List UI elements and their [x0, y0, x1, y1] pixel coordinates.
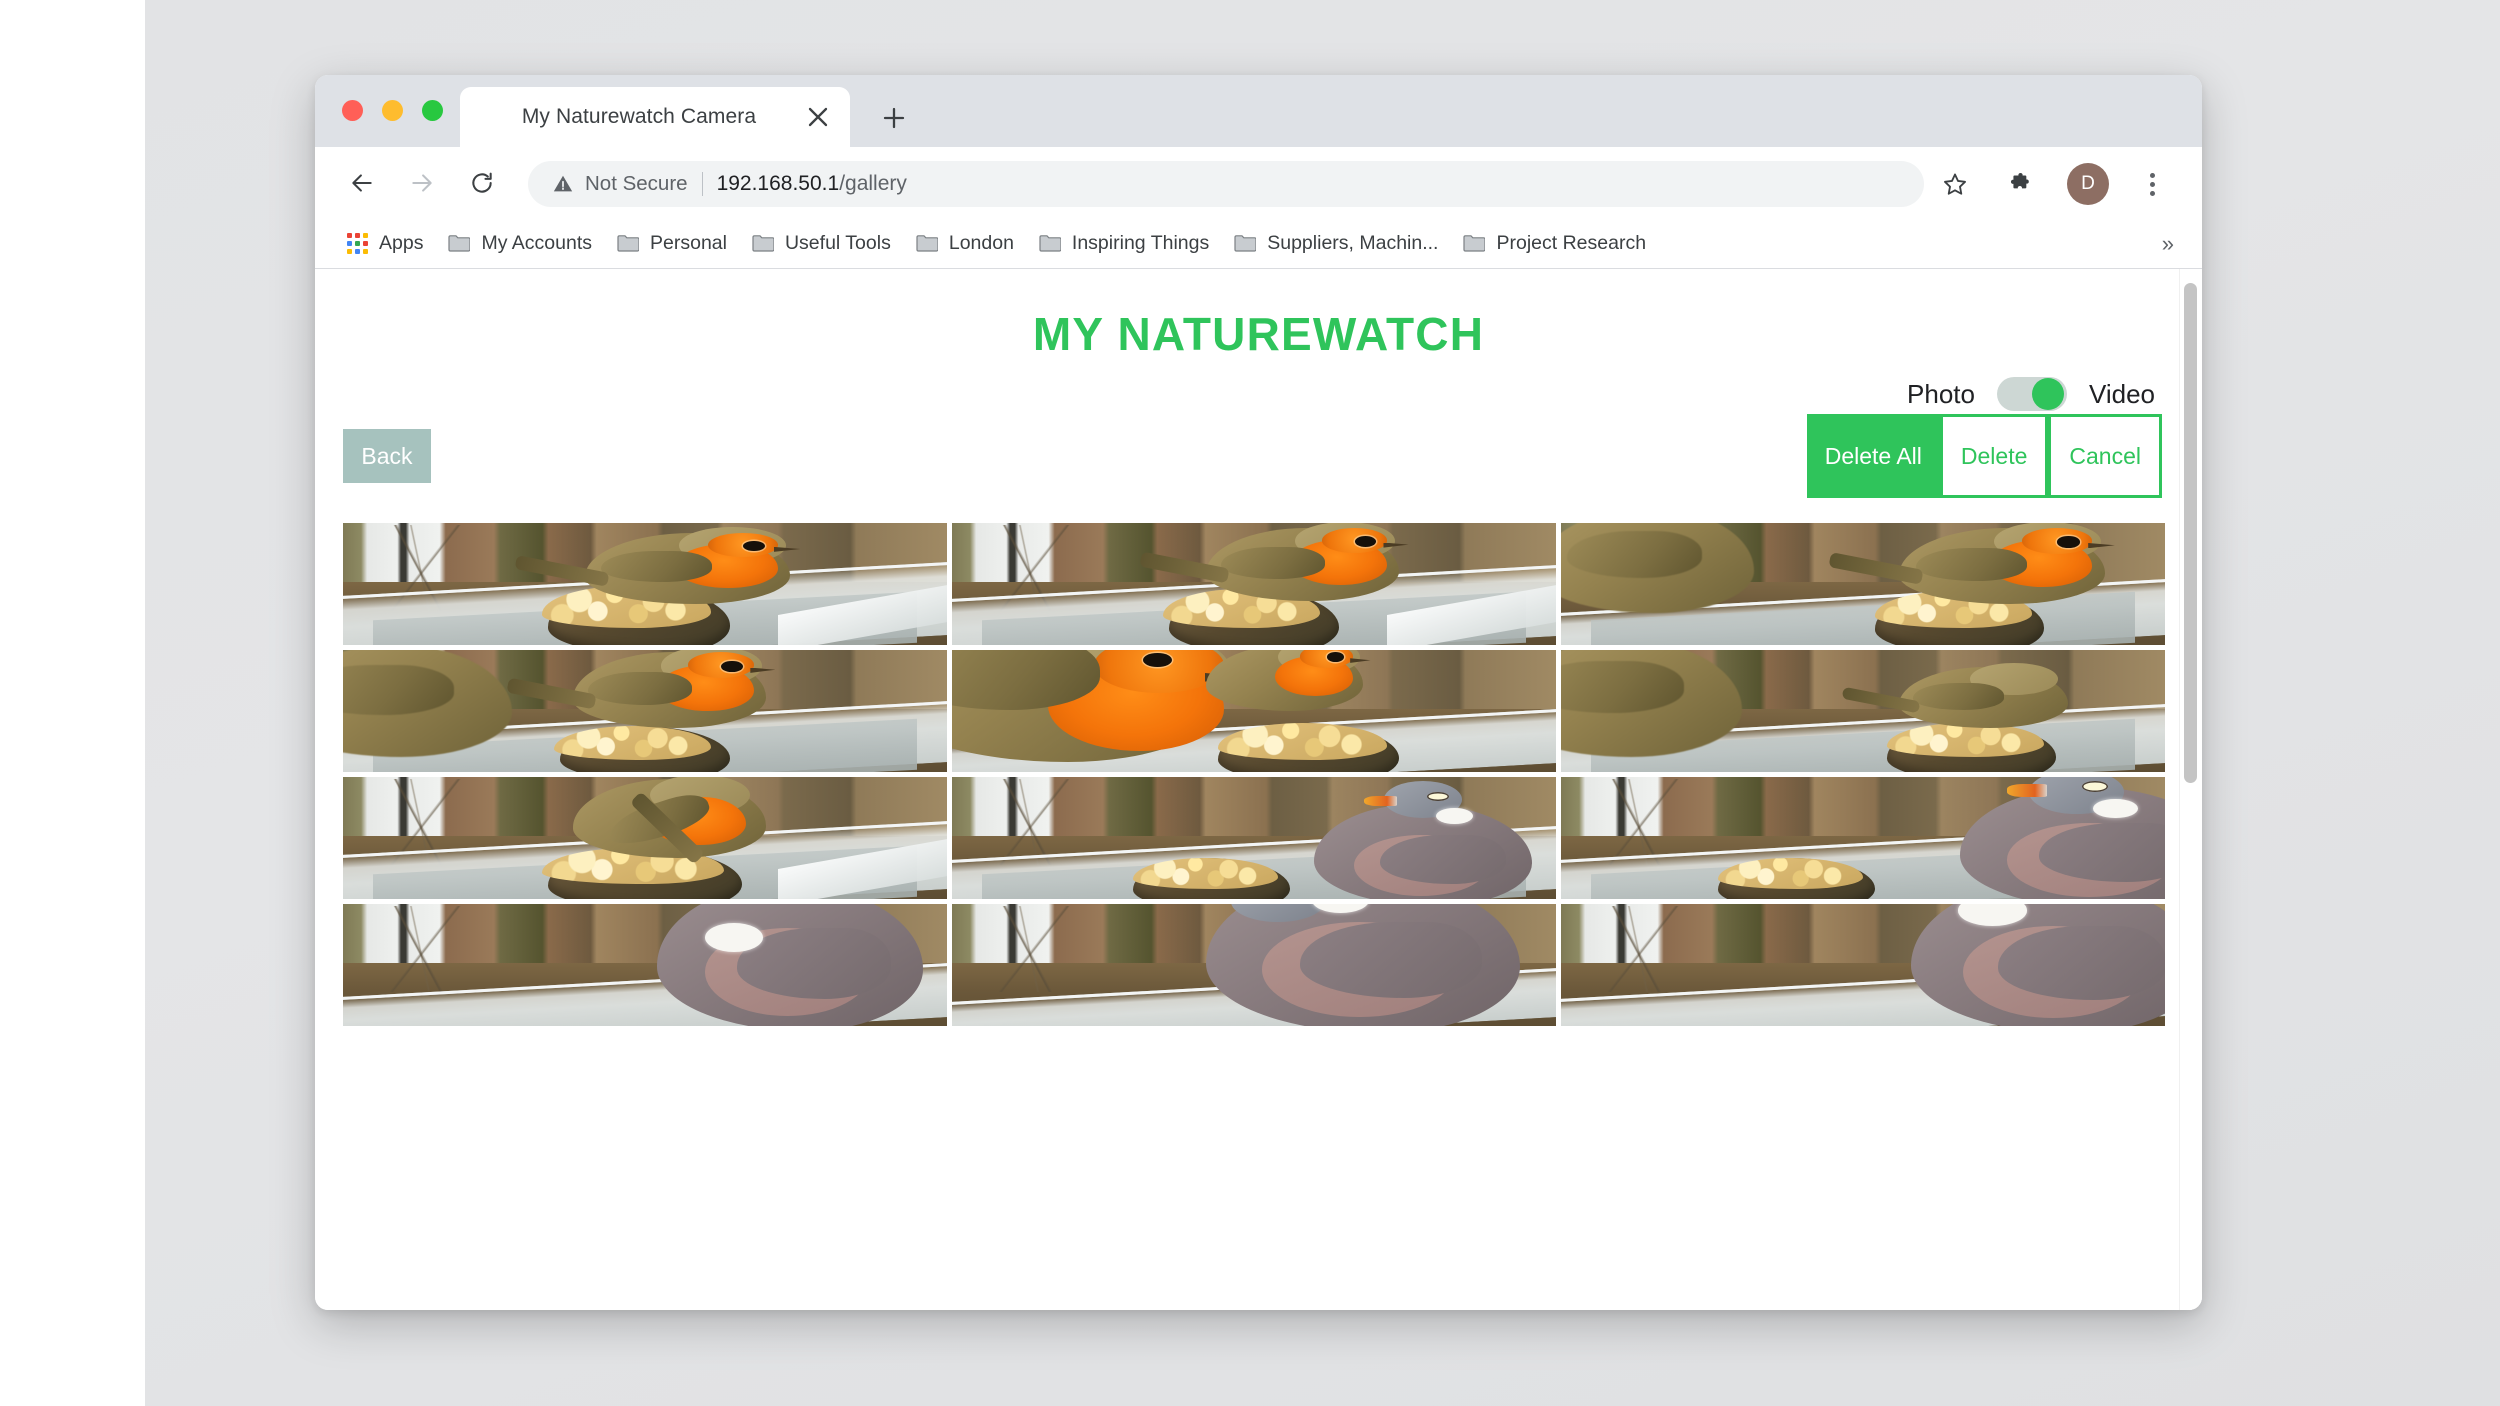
gallery-item[interactable] [952, 523, 1556, 645]
gallery-item[interactable] [1561, 904, 2165, 1026]
url-path: /gallery [839, 172, 907, 195]
gallery-item[interactable] [1561, 650, 2165, 772]
page-scrollbar[interactable] [2179, 269, 2202, 1310]
folder-icon [752, 234, 774, 253]
browser-window: My Naturewatch Camera Not Secure 192.168… [315, 75, 2202, 1310]
photo-video-switch[interactable] [1996, 377, 2067, 411]
bookmark-useful-tools[interactable]: Useful Tools [742, 225, 901, 263]
arrow-right-icon[interactable] [399, 160, 445, 206]
delete-button[interactable]: Delete [1942, 417, 2046, 495]
maximize-window-button[interactable] [422, 100, 443, 121]
security-status-label: Not Secure [585, 172, 688, 195]
apps-grid-icon [347, 233, 368, 254]
bookmark-personal[interactable]: Personal [607, 225, 737, 263]
address-bar[interactable]: Not Secure 192.168.50.1 /gallery [528, 161, 1924, 207]
gallery-item[interactable] [952, 777, 1556, 899]
gallery-item[interactable] [952, 904, 1556, 1026]
bookmark-my-accounts[interactable]: My Accounts [438, 225, 602, 263]
browser-tab[interactable]: My Naturewatch Camera [460, 87, 850, 147]
tab-strip: My Naturewatch Camera [315, 75, 2202, 147]
bookmarks-bar: Apps My Accounts Personal Useful Tools L [315, 219, 2202, 269]
folder-icon [448, 234, 471, 253]
new-tab-button[interactable] [873, 97, 915, 139]
media-mode-toggle[interactable]: Photo Video [1907, 377, 2155, 411]
toggle-label-photo: Photo [1907, 378, 1975, 409]
gallery-item[interactable] [1561, 523, 2165, 645]
puzzle-piece-icon[interactable] [1999, 163, 2041, 205]
media-gallery-grid [343, 523, 2165, 1026]
back-button[interactable]: Back [343, 429, 431, 483]
folder-icon [1463, 234, 1486, 253]
folder-icon [1234, 234, 1257, 253]
bookmark-label: Useful Tools [784, 232, 891, 254]
window-controls [342, 100, 443, 121]
gallery-item[interactable] [952, 650, 1556, 772]
tab-title: My Naturewatch Camera [521, 105, 757, 128]
switch-knob [2031, 378, 2064, 410]
toggle-label-video: Video [2088, 378, 2155, 409]
gallery-item[interactable] [343, 904, 947, 1026]
scrollbar-thumb[interactable] [2184, 283, 2197, 783]
bookmark-label: London [948, 232, 1014, 254]
gallery-item[interactable] [343, 523, 947, 645]
page-viewport: MY NATUREWATCH Photo Video Back Delete A… [315, 269, 2202, 1310]
gallery-action-buttons: Delete All Delete Cancel [1806, 414, 2162, 498]
bookmark-label: Project Research [1496, 232, 1647, 254]
warning-triangle-icon [552, 173, 574, 195]
gallery-item[interactable] [343, 777, 947, 899]
minimize-window-button[interactable] [382, 100, 403, 121]
bookmark-suppliers[interactable]: Suppliers, Machin... [1224, 225, 1448, 263]
folder-icon [1039, 234, 1061, 253]
cancel-button[interactable]: Cancel [2051, 417, 2159, 495]
gallery-item[interactable] [1561, 777, 2165, 899]
gallery-item[interactable] [343, 650, 947, 772]
bookmark-apps[interactable]: Apps [337, 225, 433, 263]
star-icon[interactable] [1932, 161, 1978, 207]
folder-icon [916, 234, 938, 253]
bookmark-inspiring-things[interactable]: Inspiring Things [1029, 225, 1219, 263]
bookmark-label: Suppliers, Machin... [1267, 232, 1439, 254]
close-window-button[interactable] [342, 100, 363, 121]
folder-icon [617, 234, 639, 253]
arrow-left-icon[interactable] [339, 160, 385, 206]
three-dot-menu-icon[interactable] [2131, 163, 2173, 205]
bookmark-label: Apps [379, 232, 424, 254]
page-title: MY NATUREWATCH [1032, 308, 1485, 360]
omnibox-divider [701, 172, 703, 196]
url-host: 192.168.50.1 [716, 172, 840, 195]
bookmark-label: My Accounts [481, 232, 592, 254]
delete-all-button[interactable]: Delete All [1806, 414, 1940, 498]
browser-toolbar: Not Secure 192.168.50.1 /gallery D [315, 147, 2202, 219]
bookmark-project-research[interactable]: Project Research [1453, 225, 1656, 263]
bookmark-label: Personal [650, 232, 727, 254]
bookmark-london[interactable]: London [906, 225, 1024, 263]
bookmarks-overflow-button[interactable]: » [2152, 227, 2184, 261]
close-icon[interactable] [796, 95, 840, 139]
bookmark-label: Inspiring Things [1071, 232, 1210, 254]
avatar[interactable]: D [2067, 163, 2109, 205]
reload-icon[interactable] [459, 160, 505, 206]
